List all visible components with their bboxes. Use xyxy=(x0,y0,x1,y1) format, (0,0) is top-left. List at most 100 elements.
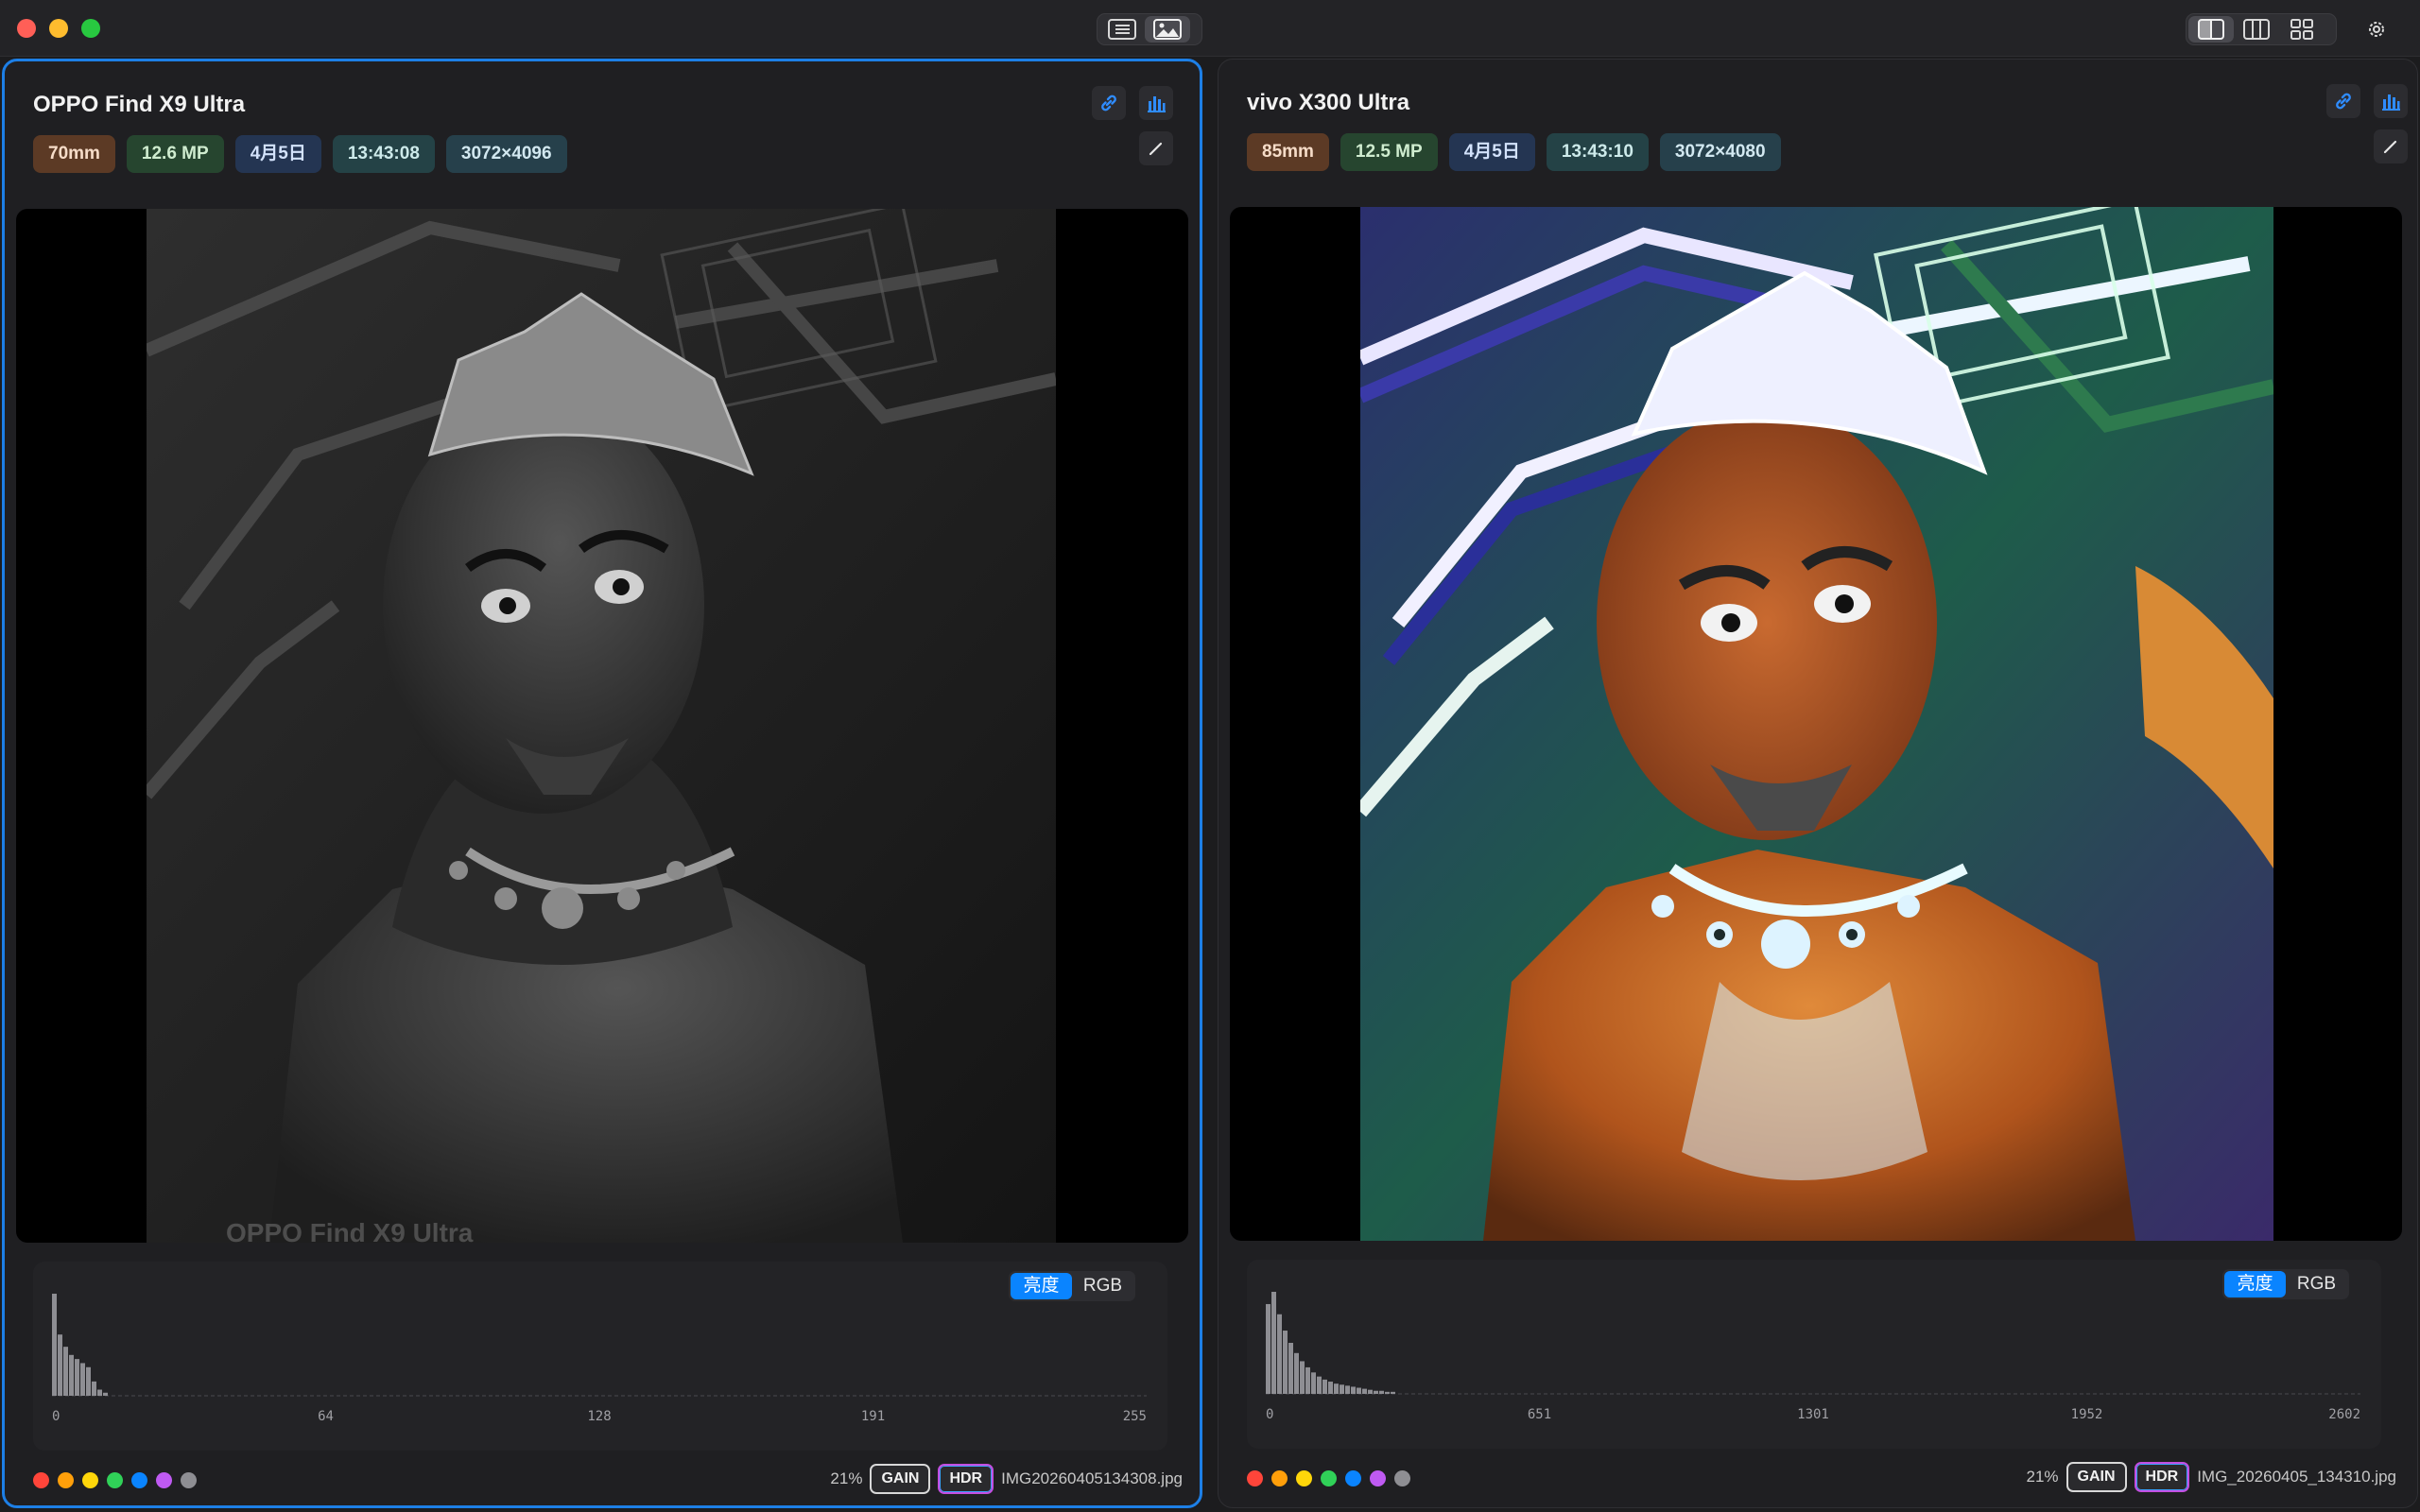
histogram-bar xyxy=(1362,1388,1367,1394)
color-label-dot[interactable] xyxy=(107,1472,123,1488)
zoom-level: 21% xyxy=(2026,1468,2059,1486)
megapixel-chip: 12.5 MP xyxy=(1340,133,1438,171)
metadata-chips: 70mm 12.6 MP 4月5日 13:43:08 3072×4096 xyxy=(33,135,567,173)
color-label-dot[interactable] xyxy=(156,1472,172,1488)
photo-watermark: OPPO Find X9 Ultra xyxy=(226,1218,474,1243)
list-view-button[interactable] xyxy=(1099,16,1145,43)
histogram-bar xyxy=(1283,1331,1288,1394)
title-bar xyxy=(0,0,2420,57)
color-label-dot[interactable] xyxy=(1345,1470,1361,1486)
color-label-dot[interactable] xyxy=(58,1472,74,1488)
link-button[interactable] xyxy=(1092,86,1126,120)
link-icon xyxy=(1101,94,1116,112)
pencil-icon xyxy=(2383,140,2397,154)
histogram-bar xyxy=(80,1363,85,1396)
color-label-dot[interactable] xyxy=(1370,1470,1386,1486)
histogram-bar xyxy=(69,1354,74,1396)
histogram-bar xyxy=(1357,1387,1361,1394)
hdr-badge[interactable]: HDR xyxy=(2134,1462,2190,1492)
histogram-bar xyxy=(52,1294,57,1396)
three-column-icon xyxy=(2243,19,2270,40)
zoom-level: 21% xyxy=(830,1469,863,1487)
settings-button[interactable] xyxy=(2363,16,2390,43)
histogram-chart: 0 64 128 191 255 xyxy=(52,1294,1147,1424)
histogram-card: 亮度 RGB 0 64 128 191 255 xyxy=(33,1262,1167,1451)
comparison-panel-right[interactable]: vivo X300 Ultra 85mm 12.5 MP 4月5日 13:43:… xyxy=(1218,59,2418,1508)
color-label-dot[interactable] xyxy=(131,1472,147,1488)
color-label-picker xyxy=(33,1472,197,1488)
panel-footer: 21% GAIN HDR IMG20260405134308.jpg xyxy=(26,1460,1183,1498)
histogram-bar xyxy=(1300,1361,1305,1394)
edit-button[interactable] xyxy=(2374,129,2408,163)
link-icon xyxy=(2336,93,2351,110)
device-name: OPPO Find X9 Ultra xyxy=(33,92,246,117)
histogram-bar xyxy=(1334,1383,1339,1394)
color-label-picker xyxy=(1247,1470,1410,1486)
histogram-toggle-button[interactable] xyxy=(2374,84,2408,118)
layout-two-button[interactable] xyxy=(2188,16,2234,43)
hdr-badge[interactable]: HDR xyxy=(938,1464,994,1494)
histogram-toggle-button[interactable] xyxy=(1139,86,1173,120)
photo-image xyxy=(147,209,1056,1243)
gain-map-badge[interactable]: GAIN xyxy=(2066,1462,2127,1492)
comparison-panel-left[interactable]: OPPO Find X9 Ultra 70mm 12.6 MP 4月5日 13:… xyxy=(2,59,1202,1508)
histogram-bar xyxy=(92,1381,96,1396)
resolution-chip: 3072×4096 xyxy=(445,135,567,173)
focal-length-chip: 85mm xyxy=(1247,133,1329,171)
photo-viewer[interactable] xyxy=(1230,207,2402,1241)
histogram-tick-label: 255 xyxy=(1123,1409,1147,1424)
gain-map-badge[interactable]: GAIN xyxy=(870,1464,931,1494)
color-label-dot[interactable] xyxy=(1296,1470,1312,1486)
device-name: vivo X300 Ultra xyxy=(1247,90,1410,115)
minimize-window-button[interactable] xyxy=(49,19,68,38)
bar-chart-icon xyxy=(2382,94,2400,111)
histogram-bar xyxy=(1351,1386,1356,1394)
layout-three-button[interactable] xyxy=(2234,16,2279,43)
image-view-button[interactable] xyxy=(1145,16,1190,43)
histogram-bar xyxy=(1317,1376,1322,1394)
link-button[interactable] xyxy=(2326,84,2360,118)
histogram-bar xyxy=(63,1347,68,1396)
color-label-dot[interactable] xyxy=(82,1472,98,1488)
histogram-tick-label: 2602 xyxy=(2328,1407,2360,1422)
gear-icon xyxy=(2369,22,2384,37)
close-window-button[interactable] xyxy=(17,19,36,38)
metadata-chips: 85mm 12.5 MP 4月5日 13:43:10 3072×4080 xyxy=(1247,133,1781,171)
histogram-tick-label: 128 xyxy=(587,1409,611,1424)
photo-viewer[interactable]: OPPO Find X9 Ultra xyxy=(16,209,1188,1243)
histogram-chart: 0 651 1301 1952 2602 xyxy=(1266,1292,2360,1422)
two-column-icon xyxy=(2198,19,2224,40)
histogram-tick-label: 191 xyxy=(861,1409,885,1424)
date-chip: 4月5日 xyxy=(234,135,321,173)
list-icon xyxy=(1108,19,1136,40)
color-label-dot[interactable] xyxy=(1321,1470,1337,1486)
file-name: IMG20260405134308.jpg xyxy=(1001,1469,1183,1487)
file-name: IMG_20260405_134310.jpg xyxy=(2197,1468,2396,1486)
edit-button[interactable] xyxy=(1139,131,1173,165)
color-label-dot[interactable] xyxy=(33,1472,49,1488)
panel-footer: 21% GAIN HDR IMG_20260405_134310.jpg xyxy=(1239,1458,2396,1496)
megapixel-chip: 12.6 MP xyxy=(126,135,224,173)
zoom-window-button[interactable] xyxy=(81,19,100,38)
time-chip: 13:43:08 xyxy=(332,135,435,173)
histogram-bar xyxy=(1345,1385,1350,1394)
color-label-dot[interactable] xyxy=(1394,1470,1410,1486)
color-label-dot[interactable] xyxy=(1271,1470,1288,1486)
color-label-dot[interactable] xyxy=(1247,1470,1263,1486)
histogram-bar xyxy=(58,1334,62,1396)
histogram-tick-label: 1301 xyxy=(1797,1407,1829,1422)
histogram-bar xyxy=(75,1359,79,1396)
view-mode-switcher xyxy=(1097,13,1202,45)
focal-length-chip: 70mm xyxy=(33,135,115,173)
layout-grid-button[interactable] xyxy=(2279,16,2325,43)
color-label-dot[interactable] xyxy=(181,1472,197,1488)
pencil-icon xyxy=(1149,142,1163,156)
histogram-bar xyxy=(1391,1391,1395,1394)
histogram-tick-label: 0 xyxy=(1266,1407,1273,1422)
bar-chart-icon xyxy=(1148,96,1166,112)
histogram-bar xyxy=(1311,1372,1316,1394)
photo-icon xyxy=(1153,19,1182,40)
histogram-tick-label: 651 xyxy=(1528,1407,1551,1422)
histogram-bar xyxy=(1277,1314,1282,1394)
histogram-bar xyxy=(1385,1391,1390,1394)
